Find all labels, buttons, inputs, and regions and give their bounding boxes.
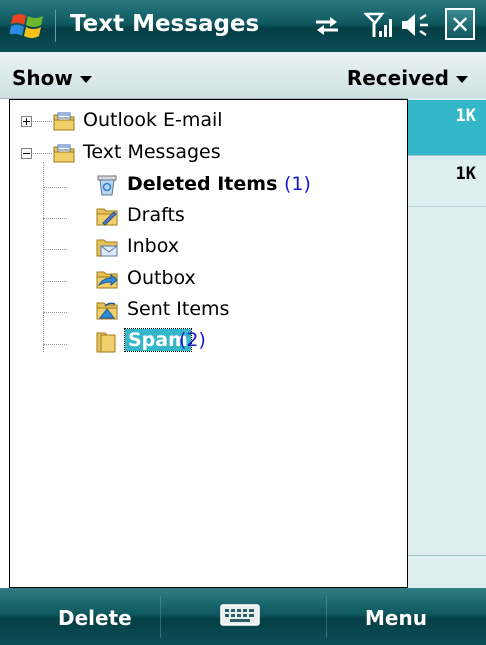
collapse-icon[interactable] [21,148,32,159]
tree-connector [43,218,67,219]
unread-count: (1) [284,173,311,195]
volume-icon[interactable] [400,12,434,38]
tree-connector [43,281,67,282]
folder-name-drafts[interactable]: Drafts [127,204,185,226]
folder-name-outbox[interactable]: Outbox [127,267,196,289]
message-size-1[interactable]: 1K [408,100,486,156]
expand-icon[interactable] [21,116,32,127]
folder-name-outlook-email[interactable]: Outlook E-mail [83,109,223,131]
inbox-folder-icon [96,239,118,257]
data-connection-icon[interactable] [312,14,342,38]
outbox-folder-icon [96,271,118,289]
list-divider [408,555,486,556]
drafts-folder-icon [96,208,118,226]
account-folder-icon [53,112,75,131]
tree-connector [43,187,67,188]
tree-connector [43,249,67,250]
show-caret-icon [79,76,92,83]
folder-name-sent-items[interactable]: Sent Items [127,298,229,320]
folder-name-deleted-items[interactable]: Deleted Items (1) [127,173,311,195]
tree-connector [43,312,67,313]
recycle-bin-icon [97,175,117,196]
list-divider [408,155,486,156]
folder-name-inbox[interactable]: Inbox [127,235,179,257]
sort-menu[interactable]: Received [347,66,468,90]
tree-connector [43,344,67,345]
signal-strength-icon[interactable] [364,11,394,39]
keyboard-icon[interactable] [220,604,260,626]
show-menu[interactable]: Show [12,66,92,90]
window-title: Text Messages [70,11,260,37]
folder-tree: Outlook E-mail Text Messages Deleted Ite… [9,99,408,588]
windows-start-icon[interactable] [10,11,46,41]
list-divider [408,206,486,207]
delete-softkey[interactable]: Delete [58,606,132,630]
unread-count: (2) [179,329,206,351]
folder-name-text-messages[interactable]: Text Messages [83,141,221,163]
plain-folder-icon [96,332,116,353]
menu-softkey[interactable]: Menu [365,606,427,630]
account-folder-icon [53,144,75,163]
sent-folder-icon [96,302,118,320]
softkey-divider [326,596,327,638]
tree-connector [43,162,44,352]
softkey-divider [160,596,161,638]
sort-caret-icon [456,76,468,83]
title-separator [55,10,56,42]
close-button[interactable]: ✕ [445,8,475,40]
message-size-2[interactable]: 1K [408,160,486,184]
